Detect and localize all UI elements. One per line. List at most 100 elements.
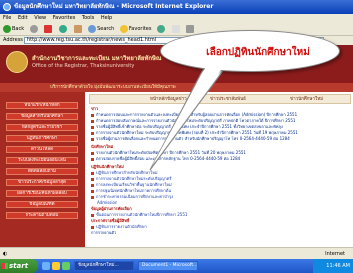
list-item[interactable]: กำหนดการสอบสัมภาษณ์และการรายงานตัวนักศึก… [91,118,295,123]
refresh-icon [58,24,67,33]
stop-icon [44,24,53,33]
home-icon [73,24,82,33]
desktop-quicklaunch-icon[interactable] [62,262,70,270]
sidebar-item-grades[interactable]: ผลการเรียน/ค้นหาผลสอบ [6,190,78,197]
bullet-icon [91,137,94,141]
tab-pr-news[interactable]: ข่าวประชาสัมพันธ์ [210,95,246,105]
menu-tools[interactable]: Tools [82,15,94,21]
taskbar: start ข้อมูลนักศึกษาใหม่... Document1 - … [0,259,353,273]
ie-quicklaunch-icon[interactable] [42,262,50,270]
bullet-icon [91,171,94,175]
taskbar-item-word[interactable]: Document1 - Microsoft... [138,261,198,271]
site-banner: บริการนักศึกษาด้วยใจ มุ่งมั่นพัฒนาระบบงา… [0,83,353,92]
home-button[interactable] [73,23,83,36]
print-icon [186,24,195,33]
list-item[interactable]: รายชื่อผู้มีสิทธิ์เข้าศึกษาต่อ ระดับปริญ… [91,124,283,129]
menu-edit[interactable]: Edit [18,15,28,21]
mail-button[interactable] [171,23,181,36]
sidebar-item-calendar[interactable]: ปฏิทินการศึกษา [6,135,78,142]
list-item[interactable]: ข้อมูลผู้ผ่านการคัดเลือก [91,206,132,211]
tab-main-news[interactable]: หน้าหลักข้อมูลข่าว [150,95,187,105]
bullet-icon [91,195,94,199]
window-title: ข้อมูลนักศึกษาใหม่ มหาวิทยาลัยทักษิณ - M… [14,3,214,10]
sidebar-item-download[interactable]: ดาวน์โหลด [6,146,78,153]
list-item[interactable]: การรายงานตัวนักศึกษาใหม่ระดับปริญญาตรี [91,176,172,181]
windows-logo-icon [2,263,8,269]
taskbar-item-ie[interactable]: ข้อมูลนักศึกษาใหม่... [74,261,134,271]
list-item[interactable]: การชำระค่าธรรมเนียมการศึกษาและค่าบำรุง [91,194,173,199]
list-item[interactable]: รายชื่อผู้ผ่านการคัดเลือกและกำหนดการรายง… [91,136,290,141]
list-item[interactable]: ตรวจสอบรายชื่อผู้มีสิทธิ์สอบ และเอกสารหล… [91,156,240,161]
status-done-icon: ◐ [3,251,8,257]
folder-quicklaunch-icon[interactable] [52,262,60,270]
university-logo [6,51,28,73]
list-item[interactable]: ปฏิทินการรายงานตัวนักศึกษา [91,224,147,229]
bullet-icon [91,225,94,229]
menu-favorites[interactable]: Favorites [53,15,76,21]
list-item[interactable]: ขั้นตอนการรายงานตัวนักศึกษาใหม่ปีการศึกษ… [91,212,187,217]
refresh-button[interactable] [58,23,68,36]
bullet-icon [91,119,94,123]
section-new-calendar-heading[interactable]: ปฏิทินนักศึกษาใหม่ [91,164,124,169]
bullet-icon [91,125,94,129]
sidebar-item-student-info[interactable]: ข้อมูลสำหรับนักศึกษา [6,113,78,120]
back-button[interactable]: Back [3,23,24,36]
sidebar-item-contact[interactable]: ติดต่อสอบถาม [6,168,78,175]
forward-button[interactable] [29,23,39,36]
menu-view[interactable]: View [34,15,46,21]
stop-button[interactable] [44,23,53,36]
site-title-english: Office of the Registrar, Thaksinuniversi… [32,63,135,69]
screen: ข้อมูลนักศึกษาใหม่ มหาวิทยาลัยทักษิณ - M… [0,0,353,273]
history-button[interactable] [157,23,166,36]
star-icon [119,24,128,33]
sidebar-item-news[interactable]: ข่าวประกาศ/ข้อมูลล่าสุด [6,179,78,186]
list-item[interactable]: ประกาศรายชื่อผู้มีสิทธิ์ [91,218,129,223]
page-content: สำนักงานวิชาการและทะเบียน มหาวิทยาลัยทัก… [0,45,353,259]
callout-text: เลือกปฏิทินนักศึกษาใหม่ [206,47,310,58]
news-tabs: หน้าหลักข้อมูลข่าว ข่าวประชาสัมพันธ์ ข่า… [89,94,351,104]
bullet-icon [91,189,94,193]
sidebar-item-curriculum[interactable]: หลักสูตรและรายวิชา [6,124,78,131]
sidebar: หน้าแรก/หน้าหลัก ข้อมูลสำหรับนักศึกษา หล… [0,92,85,259]
list-item[interactable]: การรายงานตัวนักศึกษาใหม่ ระดับปริญญาตรี … [91,130,298,135]
bullet-icon [91,151,94,155]
bullet-icon [91,183,94,187]
ie-icon [3,3,11,11]
list-item[interactable]: รายงานตัวนักศึกษาใหม่ระดับบัณฑิตศึกษา ปี… [91,150,246,155]
menu-bar: File Edit View Favorites Tools Help [0,14,353,23]
history-icon [157,24,166,33]
start-button[interactable]: start [0,259,38,273]
list-item[interactable]: การปฐมนิเทศนักศึกษาใหม่ภาคการศึกษาต้น [91,188,171,193]
window-titlebar: ข้อมูลนักศึกษาใหม่ มหาวิทยาลัยทักษิณ - M… [0,0,353,14]
bullet-icon [91,213,94,217]
mail-icon [171,24,180,33]
section-students-heading: นักศึกษาใหม่ [91,144,114,149]
menu-file[interactable]: File [3,15,11,21]
address-label: Address [3,37,23,43]
sidebar-item-graduates[interactable]: ข้อมูลบัณฑิต [6,201,78,208]
search-icon [88,24,97,33]
main-panel: หน้าหลักข้อมูลข่าว ข่าวประชาสัมพันธ์ ข่า… [85,92,353,259]
sidebar-item-webboard[interactable]: กระดานถามตอบ [6,212,78,219]
list-item[interactable]: การลงทะเบียนเรียนวิชาพื้นฐานนักศึกษาใหม่ [91,182,172,187]
list-item[interactable]: กำหนดการสอบและการรายงานตัวและลงทะเบียนเร… [91,112,297,117]
bullet-icon [91,131,94,135]
bullet-icon [91,157,94,161]
sidebar-item-registration[interactable]: ระบบลงทะเบียนออนไลน์ [6,157,78,164]
back-icon [3,24,11,33]
list-item[interactable]: Admission [97,200,117,205]
forward-icon [29,24,38,33]
system-tray: 11:46 AM [313,259,353,273]
tab-new-student-news[interactable]: ข่าวนักศึกษาใหม่ [290,95,323,105]
clock: 11:46 AM [326,263,350,269]
bullet-icon [91,177,94,181]
site-title-thai: สำนักงานวิชาการและทะเบียน มหาวิทยาลัยทัก… [32,55,162,62]
search-button[interactable]: Search [88,23,114,36]
bullet-icon [91,113,94,117]
menu-help[interactable]: Help [101,15,112,21]
section-news-heading: ข่าว [91,106,99,111]
favorites-button[interactable]: Favorites [119,23,151,36]
list-item[interactable]: การรายงานตัว [91,230,116,235]
list-item[interactable]: ปฏิทินการศึกษาสำหรับนักศึกษาใหม่ [91,170,158,175]
sidebar-item-home[interactable]: หน้าแรก/หน้าหลัก [6,102,78,109]
